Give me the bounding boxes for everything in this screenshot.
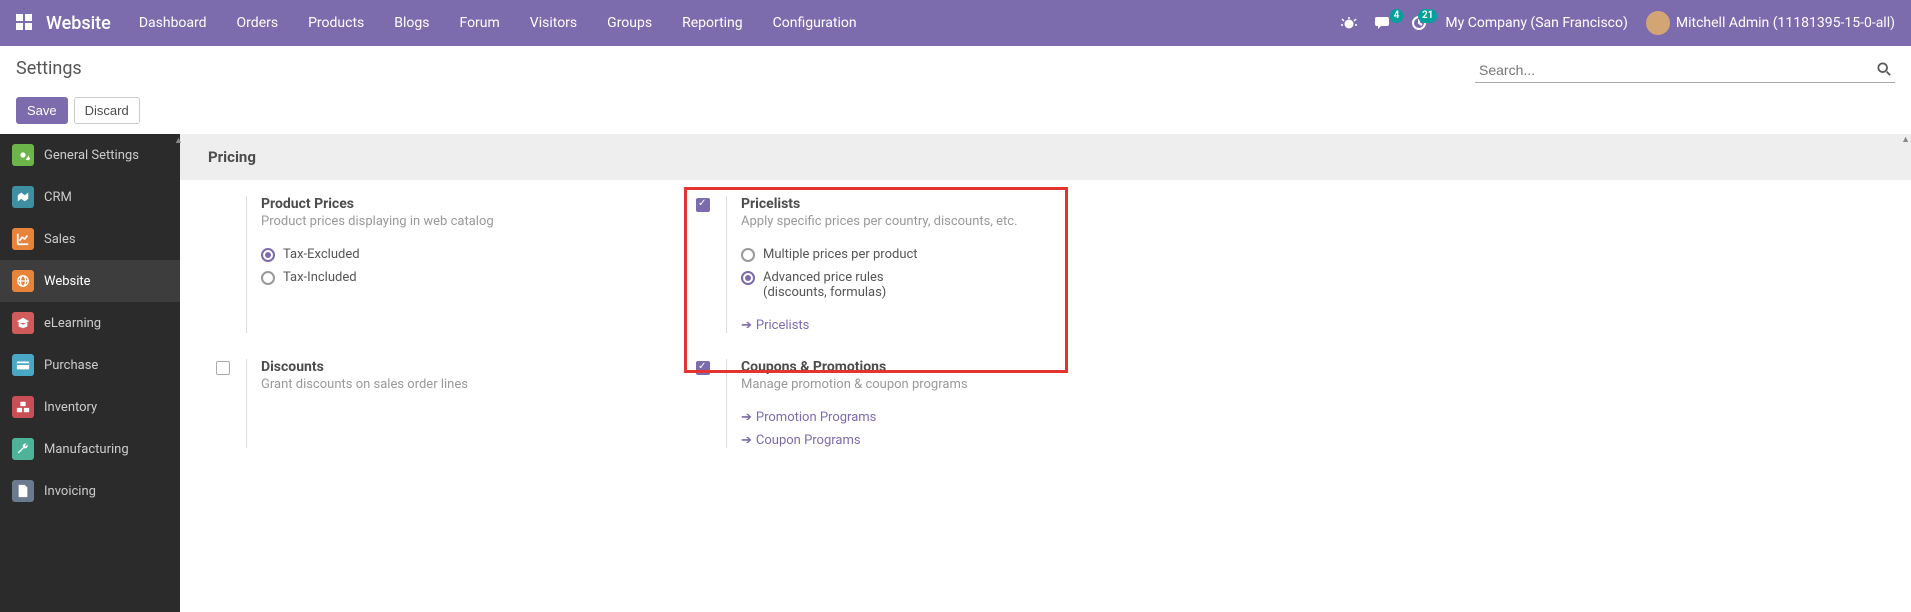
sidebar-item-invoicing[interactable]: Invoicing [0,470,180,512]
menu-blogs[interactable]: Blogs [394,15,429,31]
sidebar-item-elearning[interactable]: eLearning [0,302,180,344]
menu-dashboard[interactable]: Dashboard [139,15,207,31]
main-menu: Dashboard Orders Products Blogs Forum Vi… [139,15,1342,31]
sidebar-item-label: Sales [44,232,76,247]
graduation-icon [12,312,34,334]
document-icon [12,480,34,502]
sidebar-scroll-up-icon[interactable]: ▲ [174,135,183,146]
link-promotion-programs[interactable]: ➔ Promotion Programs [741,410,1156,425]
setting-desc: Manage promotion & coupon programs [741,377,1156,392]
chat-badge: 4 [1390,9,1404,23]
search-icon[interactable] [1877,62,1891,80]
setting-desc: Grant discounts on sales order lines [261,377,676,392]
link-label: Promotion Programs [756,410,876,425]
topbar-right: 4 21 My Company (San Francisco) Mitchell… [1341,11,1895,35]
wrench-icon [12,438,34,460]
radio-tax-included[interactable]: Tax-Included [261,270,676,285]
sidebar-item-label: Website [44,274,91,289]
debug-icon[interactable] [1341,15,1357,31]
chart-icon [12,228,34,250]
sidebar-item-label: Inventory [44,400,97,415]
setting-desc: Apply specific prices per country, disco… [741,214,1156,229]
sidebar-item-inventory[interactable]: Inventory [0,386,180,428]
boxes-icon [12,396,34,418]
radio-label: Advanced price rules (discounts, formula… [763,270,886,300]
radio-label: Tax-Excluded [283,247,360,262]
setting-pricelists: Pricelists Apply specific prices per cou… [696,196,1176,333]
checkbox-pricelists[interactable] [696,198,710,212]
setting-title: Product Prices [261,196,676,212]
avatar [1646,11,1670,35]
settings-sidebar: General Settings CRM Sales Website eLear… [0,134,180,612]
gear-icon [12,144,34,166]
sidebar-item-website[interactable]: Website [0,260,180,302]
sidebar-item-label: General Settings [44,148,139,163]
menu-visitors[interactable]: Visitors [530,15,577,31]
sidebar-item-manufacturing[interactable]: Manufacturing [0,428,180,470]
sidebar-item-purchase[interactable]: Purchase [0,344,180,386]
brand-title[interactable]: Website [46,13,111,34]
main-area: ▲ ▲ General Settings CRM Sales Website [0,134,1911,612]
setting-title: Pricelists [741,196,1156,212]
sidebar-item-sales[interactable]: Sales [0,218,180,260]
activity-badge: 21 [1418,9,1437,23]
setting-coupons: Coupons & Promotions Manage promotion & … [696,359,1176,448]
discard-button[interactable]: Discard [74,97,140,124]
radio-multiple-prices[interactable]: Multiple prices per product [741,247,1156,262]
link-label: Coupon Programs [756,433,861,448]
sidebar-item-crm[interactable]: CRM [0,176,180,218]
link-pricelists[interactable]: ➔ Pricelists [741,318,1156,333]
setting-discounts: Discounts Grant discounts on sales order… [216,359,696,448]
arrow-right-icon: ➔ [741,318,752,333]
apps-icon[interactable] [16,14,34,32]
arrow-right-icon: ➔ [741,433,752,448]
radio-tax-excluded[interactable]: Tax-Excluded [261,247,676,262]
setting-title: Coupons & Promotions [741,359,1156,375]
activity-icon[interactable]: 21 [1411,15,1427,31]
menu-groups[interactable]: Groups [607,15,652,31]
setting-product-prices: Product Prices Product prices displaying… [216,196,696,333]
menu-configuration[interactable]: Configuration [773,15,857,31]
credit-card-icon [12,354,34,376]
checkbox-coupons[interactable] [696,361,710,375]
menu-products[interactable]: Products [308,15,364,31]
save-button[interactable]: Save [16,97,68,124]
link-label: Pricelists [756,318,809,333]
sidebar-item-label: CRM [44,190,72,205]
scroll-up-icon[interactable]: ▲ [1901,134,1910,145]
search-wrap [1475,58,1895,83]
user-menu[interactable]: Mitchell Admin (11181395-15-0-all) [1646,11,1895,35]
sidebar-item-general[interactable]: General Settings [0,134,180,176]
radio-icon [741,248,755,262]
radio-icon [261,248,275,262]
top-navbar: Website Dashboard Orders Products Blogs … [0,0,1911,46]
setting-desc: Product prices displaying in web catalog [261,214,676,229]
menu-orders[interactable]: Orders [237,15,279,31]
menu-reporting[interactable]: Reporting [682,15,743,31]
radio-label: Tax-Included [283,270,357,285]
page-title: Settings [16,58,82,79]
globe-icon [12,270,34,292]
sidebar-item-label: Purchase [44,358,98,373]
user-name: Mitchell Admin (11181395-15-0-all) [1676,15,1895,31]
setting-title: Discounts [261,359,676,375]
control-bar: Settings Save Discard [0,46,1911,124]
sidebar-item-label: eLearning [44,316,101,331]
radio-icon [261,271,275,285]
search-input[interactable] [1475,58,1895,83]
checkbox-discounts[interactable] [216,361,230,375]
sidebar-item-label: Invoicing [44,484,96,499]
menu-forum[interactable]: Forum [459,15,499,31]
radio-advanced-rules[interactable]: Advanced price rules (discounts, formula… [741,270,1156,300]
chat-icon[interactable]: 4 [1375,15,1393,31]
section-header: Pricing [180,134,1911,180]
radio-label: Multiple prices per product [763,247,918,262]
link-coupon-programs[interactable]: ➔ Coupon Programs [741,433,1156,448]
handshake-icon [12,186,34,208]
arrow-right-icon: ➔ [741,410,752,425]
radio-icon [741,271,755,285]
sidebar-item-label: Manufacturing [44,442,129,457]
settings-content: Pricing Product Prices Product prices di… [180,134,1911,612]
company-selector[interactable]: My Company (San Francisco) [1445,15,1627,31]
